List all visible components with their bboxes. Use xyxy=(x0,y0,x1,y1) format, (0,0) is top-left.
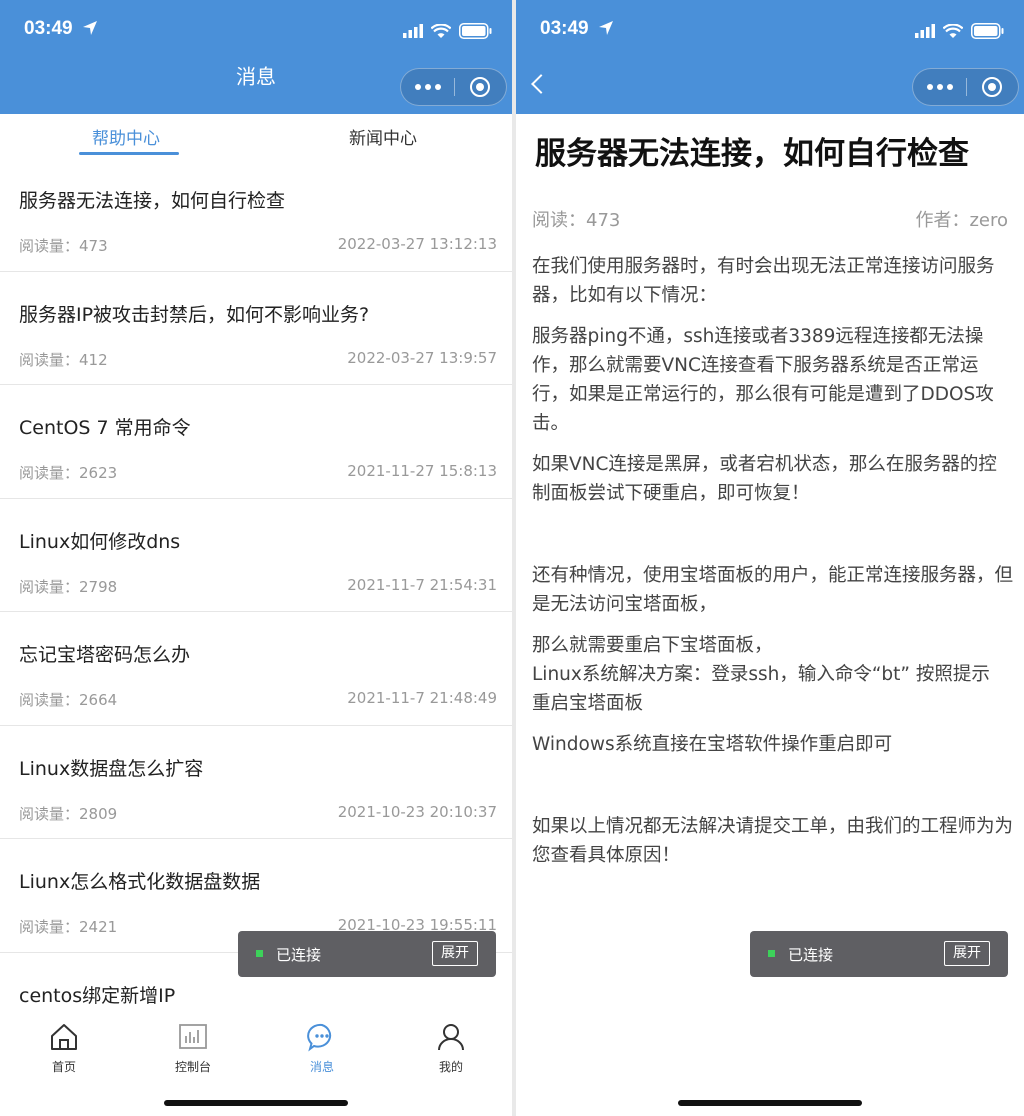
expand-button[interactable]: 展开 xyxy=(944,941,990,966)
tab-profile[interactable]: 我的 xyxy=(401,1022,501,1075)
publish-date: 2021-11-7 21:48:49 xyxy=(347,689,497,707)
article-title: 服务器IP被攻击封禁后，如何不影响业务? xyxy=(19,303,370,326)
home-indicator[interactable] xyxy=(678,1100,862,1106)
paragraph: Windows系统直接在宝塔软件操作重启即可 xyxy=(532,734,893,755)
publish-date: 2021-11-27 15:8:13 xyxy=(347,462,497,480)
read-count: 阅读量：2809 xyxy=(19,804,118,823)
read-count: 阅读量：473 xyxy=(19,237,108,255)
tab-help-center[interactable]: 帮助中心 xyxy=(92,124,160,149)
battery-icon xyxy=(971,23,1004,39)
read-count: 阅读量：2664 xyxy=(19,691,118,709)
location-arrow-icon xyxy=(82,21,97,35)
message-list-screen: 03:49 消息 帮助中心 新闻中心 服务器无法连接，如何自行检查 阅读量：47… xyxy=(0,0,512,1116)
top-bar: 03:49 消息 xyxy=(0,0,512,114)
tabs: 帮助中心 新闻中心 xyxy=(0,114,512,158)
paragraph: 如果以上情况都无法解决请提交工单，由我们的工程师为为您查看具体原因！ xyxy=(532,816,1014,866)
mini-program-capsule xyxy=(400,68,507,106)
close-target-icon[interactable] xyxy=(982,77,1002,97)
home-icon xyxy=(51,1024,77,1050)
wifi-icon xyxy=(943,23,963,38)
back-chevron-icon[interactable] xyxy=(531,74,551,94)
article-title: CentOS 7 常用命令 xyxy=(19,417,191,439)
expand-button[interactable]: 展开 xyxy=(432,941,478,966)
paragraph: 服务器ping不通，ssh连接或者3389远程连接都无法操作，那么就需要VNC连… xyxy=(532,326,994,434)
list-item[interactable]: Linux如何修改dns 阅读量：2798 2021-11-7 21:54:31 xyxy=(0,499,512,612)
read-count: 阅读量：2798 xyxy=(19,577,118,596)
publish-date: 2022-03-27 13:9:57 xyxy=(347,348,497,367)
connection-toast: 已连接 展开 xyxy=(238,931,496,977)
connected-status-dot xyxy=(768,950,775,957)
user-icon xyxy=(438,1024,464,1051)
status-icons xyxy=(915,20,1004,42)
read-count: 阅读量：2421 xyxy=(19,918,118,936)
connection-status-label: 已连接 xyxy=(276,946,322,964)
publish-date: 2021-10-23 20:10:37 xyxy=(337,802,497,821)
status-time: 03:49 xyxy=(24,18,98,40)
article-title: 忘记宝塔密码怎么办 xyxy=(19,644,191,666)
wifi-icon xyxy=(431,23,451,38)
active-tab-indicator xyxy=(79,152,179,155)
article-title: 服务器无法连接，如何自行检查 xyxy=(19,190,286,212)
article-title: Liunx怎么格式化数据盘数据 xyxy=(19,871,261,893)
message-icon xyxy=(307,1023,332,1052)
bottom-tab-bar: 首页 控制台 消息 我的 xyxy=(0,1010,512,1116)
tab-home[interactable]: 首页 xyxy=(14,1022,114,1075)
battery-icon xyxy=(459,23,492,39)
list-item[interactable]: 忘记宝塔密码怎么办 阅读量：2664 2021-11-7 21:48:49 xyxy=(0,612,512,726)
article-title: Linux如何修改dns xyxy=(19,530,181,553)
read-count: 阅读量：2623 xyxy=(19,464,118,482)
article-title: 服务器无法连接，如何自行检查 xyxy=(535,136,969,172)
connection-status-label: 已连接 xyxy=(788,946,834,964)
article-title: centos绑定新增IP xyxy=(19,984,176,1007)
tab-messages[interactable]: 消息 xyxy=(272,1022,372,1075)
article-body: 在我们使用服务器时，有时会出现无法正常连接访问服务器，比如有以下情况： 服务器p… xyxy=(532,252,1014,882)
signal-icon xyxy=(403,24,423,38)
chart-icon xyxy=(179,1024,207,1049)
article-title: Linux数据盘怎么扩容 xyxy=(19,757,204,780)
mini-program-capsule xyxy=(912,68,1019,106)
top-bar: 03:49 xyxy=(516,0,1024,114)
close-target-icon[interactable] xyxy=(470,77,490,97)
article-detail-screen: 03:49 服务器无法连接，如何自行检查 阅读：473 作者：zero 在我们使… xyxy=(516,0,1024,1116)
location-arrow-icon xyxy=(598,21,613,35)
read-count: 阅读：473 xyxy=(532,210,621,231)
tab-news-center[interactable]: 新闻中心 xyxy=(349,124,417,149)
list-item[interactable]: 服务器无法连接，如何自行检查 阅读量：473 2022-03-27 13:12:… xyxy=(0,158,512,272)
home-indicator[interactable] xyxy=(164,1100,348,1106)
list-item[interactable]: Linux数据盘怎么扩容 阅读量：2809 2021-10-23 20:10:3… xyxy=(0,726,512,839)
publish-date: 2022-03-27 13:12:13 xyxy=(337,235,497,253)
article-list: 服务器无法连接，如何自行检查 阅读量：473 2022-03-27 13:12:… xyxy=(0,158,512,1066)
paragraph: 如果VNC连接是黑屏，或者宕机状态，那么在服务器的控制面板尝试下硬重启，即可恢复… xyxy=(532,454,997,504)
list-item[interactable]: 服务器IP被攻击封禁后，如何不影响业务? 阅读量：412 2022-03-27 … xyxy=(0,272,512,385)
paragraph: 还有种情况，使用宝塔面板的用户，能正常连接服务器，但是无法访问宝塔面板， xyxy=(532,565,1014,615)
more-icon[interactable] xyxy=(913,69,966,105)
status-time: 03:49 xyxy=(540,18,614,40)
tab-console[interactable]: 控制台 xyxy=(143,1022,243,1075)
paragraph: Linux系统解决方案：登录ssh，输入命令“bt” 按照提示 重启宝塔面板 xyxy=(532,664,990,714)
read-count: 阅读量：412 xyxy=(19,350,108,369)
paragraph: 在我们使用服务器时，有时会出现无法正常连接访问服务器，比如有以下情况： xyxy=(532,256,995,306)
list-item[interactable]: CentOS 7 常用命令 阅读量：2623 2021-11-27 15:8:1… xyxy=(0,385,512,499)
author: 作者：zero xyxy=(915,210,1008,231)
connection-toast: 已连接 展开 xyxy=(750,931,1008,977)
paragraph: 那么就需要重启下宝塔面板， xyxy=(532,635,773,656)
more-icon[interactable] xyxy=(401,69,454,105)
connected-status-dot xyxy=(256,950,263,957)
publish-date: 2021-11-7 21:54:31 xyxy=(347,575,497,594)
status-icons xyxy=(403,20,492,42)
signal-icon xyxy=(915,24,935,38)
